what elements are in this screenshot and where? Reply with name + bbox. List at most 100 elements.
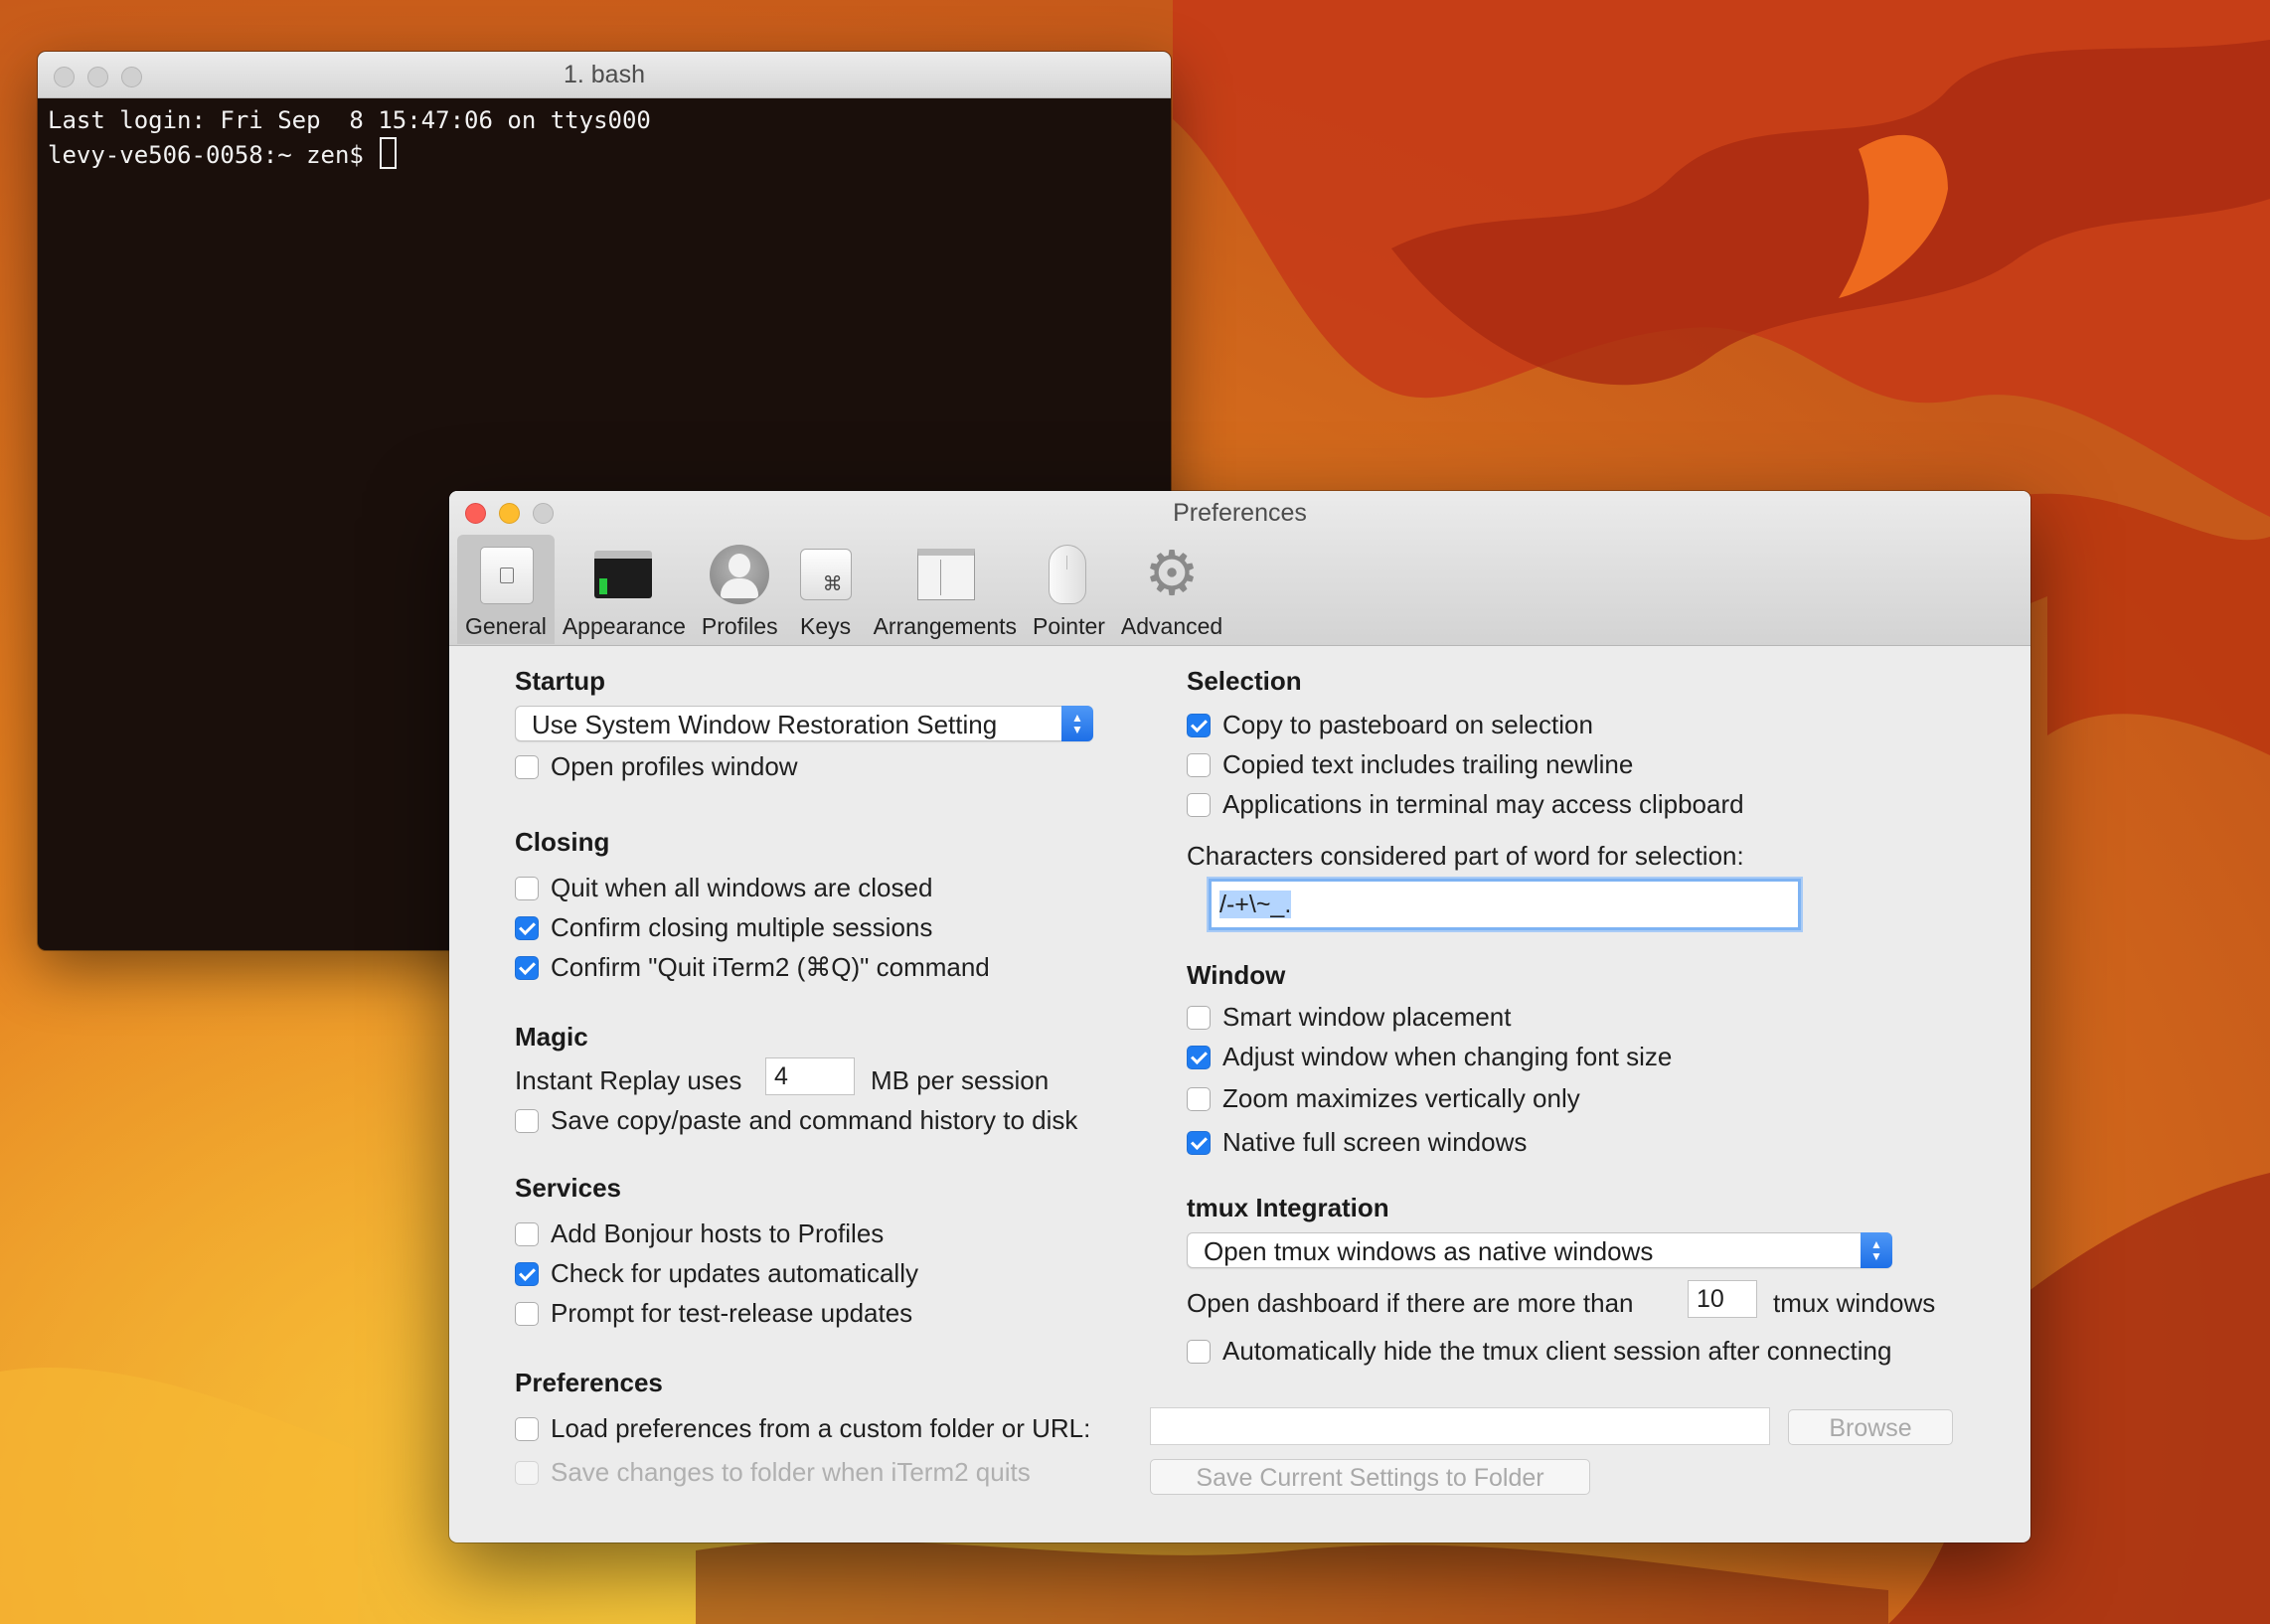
save-changes-checkbox[interactable]: Save changes to folder when iTerm2 quits <box>515 1457 1031 1488</box>
checkbox-label: Open profiles window <box>551 751 798 781</box>
terminal-cursor <box>380 137 398 169</box>
preferences-window[interactable]: Preferences General Appearance Profiles … <box>449 491 2030 1543</box>
checkbox-label: Save changes to folder when iTerm2 quits <box>551 1457 1031 1487</box>
checkbox-label: Confirm "Quit iTerm2 (⌘Q)" command <box>551 952 990 982</box>
checkbox-box <box>1187 792 1211 817</box>
checkbox-box <box>515 876 539 900</box>
checkbox-box <box>515 1416 539 1441</box>
quit-when-closed-checkbox[interactable]: Quit when all windows are closed <box>515 873 932 903</box>
general-switch-icon <box>474 543 538 606</box>
tab-label: Arrangements <box>873 613 1018 639</box>
checkbox-box <box>515 1301 539 1326</box>
clipboard-access-checkbox[interactable]: Applications in terminal may access clip… <box>1187 789 1744 820</box>
checkbox-label: Applications in terminal may access clip… <box>1222 789 1744 819</box>
tmux-windows-label: tmux windows <box>1773 1288 1936 1318</box>
checkbox-box <box>515 754 539 779</box>
selection-heading: Selection <box>1187 666 1302 696</box>
check-updates-checkbox[interactable]: Check for updates automatically <box>515 1258 918 1289</box>
custom-folder-input[interactable] <box>1150 1407 1770 1445</box>
window-heading: Window <box>1187 960 1286 990</box>
tab-arrangements[interactable]: Arrangements <box>866 535 1025 644</box>
keys-command-icon: ⌘ <box>794 543 858 606</box>
preferences-titlebar[interactable]: Preferences General Appearance Profiles … <box>449 491 2030 646</box>
checkbox-box <box>1187 1045 1211 1069</box>
confirm-quit-checkbox[interactable]: Confirm "Quit iTerm2 (⌘Q)" command <box>515 952 990 983</box>
tmux-heading: tmux Integration <box>1187 1193 1389 1222</box>
preferences-heading: Preferences <box>515 1368 663 1397</box>
dashboard-label: Open dashboard if there are more than <box>1187 1288 1634 1318</box>
popup-value: Use System Window Restoration Setting <box>532 710 998 739</box>
terminal-titlebar[interactable]: 1. bash <box>38 52 1171 98</box>
save-history-checkbox[interactable]: Save copy/paste and command history to d… <box>515 1105 1077 1136</box>
save-current-settings-button[interactable]: Save Current Settings to Folder <box>1150 1459 1590 1495</box>
load-custom-prefs-checkbox[interactable]: Load preferences from a custom folder or… <box>515 1413 1090 1444</box>
profile-user-icon <box>708 543 771 606</box>
native-fullscreen-checkbox[interactable]: Native full screen windows <box>1187 1127 1527 1158</box>
checkbox-box <box>515 955 539 980</box>
magic-heading: Magic <box>515 1022 588 1052</box>
tab-profiles[interactable]: Profiles <box>694 535 786 644</box>
test-release-checkbox[interactable]: Prompt for test-release updates <box>515 1298 912 1329</box>
instant-replay-input[interactable]: 4 <box>765 1057 855 1095</box>
checkbox-label: Add Bonjour hosts to Profiles <box>551 1218 885 1248</box>
smart-placement-checkbox[interactable]: Smart window placement <box>1187 1002 1511 1033</box>
browse-button[interactable]: Browse <box>1788 1409 1953 1445</box>
zoom-vertically-checkbox[interactable]: Zoom maximizes vertically only <box>1187 1083 1580 1114</box>
tab-label: Pointer <box>1033 613 1105 639</box>
checkbox-label: Quit when all windows are closed <box>551 873 933 902</box>
word-chars-label: Characters considered part of word for s… <box>1187 841 1744 871</box>
adjust-font-size-checkbox[interactable]: Adjust window when changing font size <box>1187 1042 1672 1072</box>
open-profiles-checkbox[interactable]: Open profiles window <box>515 751 798 782</box>
dashboard-threshold-input[interactable]: 10 <box>1688 1280 1757 1318</box>
copy-on-selection-checkbox[interactable]: Copy to pasteboard on selection <box>1187 710 1593 740</box>
tab-appearance[interactable]: Appearance <box>555 535 694 644</box>
checkbox-label: Adjust window when changing font size <box>1222 1042 1673 1071</box>
checkbox-box <box>1187 1130 1211 1155</box>
startup-heading: Startup <box>515 666 605 696</box>
mb-per-session-label: MB per session <box>871 1065 1050 1095</box>
confirm-closing-checkbox[interactable]: Confirm closing multiple sessions <box>515 912 932 943</box>
checkbox-label: Zoom maximizes vertically only <box>1222 1083 1580 1113</box>
advanced-gear-icon: ⚙ <box>1144 540 1200 608</box>
terminal-output[interactable]: Last login: Fri Sep 8 15:47:06 on ttys00… <box>38 98 1171 177</box>
preferences-title: Preferences <box>1173 499 1307 527</box>
tab-keys[interactable]: ⌘ Keys <box>786 535 866 644</box>
terminal-prompt: levy-ve506-0058:~ zen$ <box>48 141 379 169</box>
tab-label: General <box>465 613 547 639</box>
preferences-toolbar: General Appearance Profiles ⌘ Keys Arran… <box>457 535 1230 644</box>
general-pane: Startup Use System Window Restoration Se… <box>449 646 2030 1543</box>
appearance-window-icon <box>592 543 656 606</box>
tab-label: Advanced <box>1120 613 1223 639</box>
startup-restoration-popup[interactable]: Use System Window Restoration Setting ▲ ▼ <box>515 706 1093 741</box>
checkbox-box <box>1187 752 1211 777</box>
checkbox-box <box>1187 713 1211 737</box>
pointer-mouse-icon <box>1037 543 1100 606</box>
word-chars-input[interactable]: /-+\~_. <box>1209 879 1801 930</box>
tab-label: Keys <box>800 613 852 639</box>
arrangements-windows-icon <box>913 543 977 606</box>
trailing-newline-checkbox[interactable]: Copied text includes trailing newline <box>1187 749 1633 780</box>
tmux-windows-popup[interactable]: Open tmux windows as native windows ▲ ▼ <box>1187 1232 1892 1268</box>
checkbox-label: Prompt for test-release updates <box>551 1298 913 1328</box>
checkbox-label: Load preferences from a custom folder or… <box>551 1413 1091 1443</box>
checkbox-label: Check for updates automatically <box>551 1258 918 1288</box>
checkbox-box <box>515 915 539 940</box>
popup-value: Open tmux windows as native windows <box>1204 1236 1654 1266</box>
checkbox-box <box>1187 1005 1211 1030</box>
tab-general[interactable]: General <box>457 535 555 644</box>
checkbox-label: Smart window placement <box>1222 1002 1512 1032</box>
auto-hide-tmux-checkbox[interactable]: Automatically hide the tmux client sessi… <box>1187 1336 1891 1367</box>
checkbox-box <box>515 1108 539 1133</box>
tab-label: Appearance <box>562 613 686 639</box>
checkbox-label: Save copy/paste and command history to d… <box>551 1105 1078 1135</box>
checkbox-label: Copied text includes trailing newline <box>1222 749 1634 779</box>
tab-advanced[interactable]: ⚙ Advanced <box>1113 535 1230 644</box>
bonjour-hosts-checkbox[interactable]: Add Bonjour hosts to Profiles <box>515 1218 884 1249</box>
closing-heading: Closing <box>515 827 610 857</box>
services-heading: Services <box>515 1173 621 1203</box>
checkbox-label: Automatically hide the tmux client sessi… <box>1222 1336 1892 1366</box>
instant-replay-label: Instant Replay uses <box>515 1065 742 1095</box>
checkbox-box <box>515 1460 539 1485</box>
tab-pointer[interactable]: Pointer <box>1025 535 1113 644</box>
tab-label: Profiles <box>701 613 778 639</box>
